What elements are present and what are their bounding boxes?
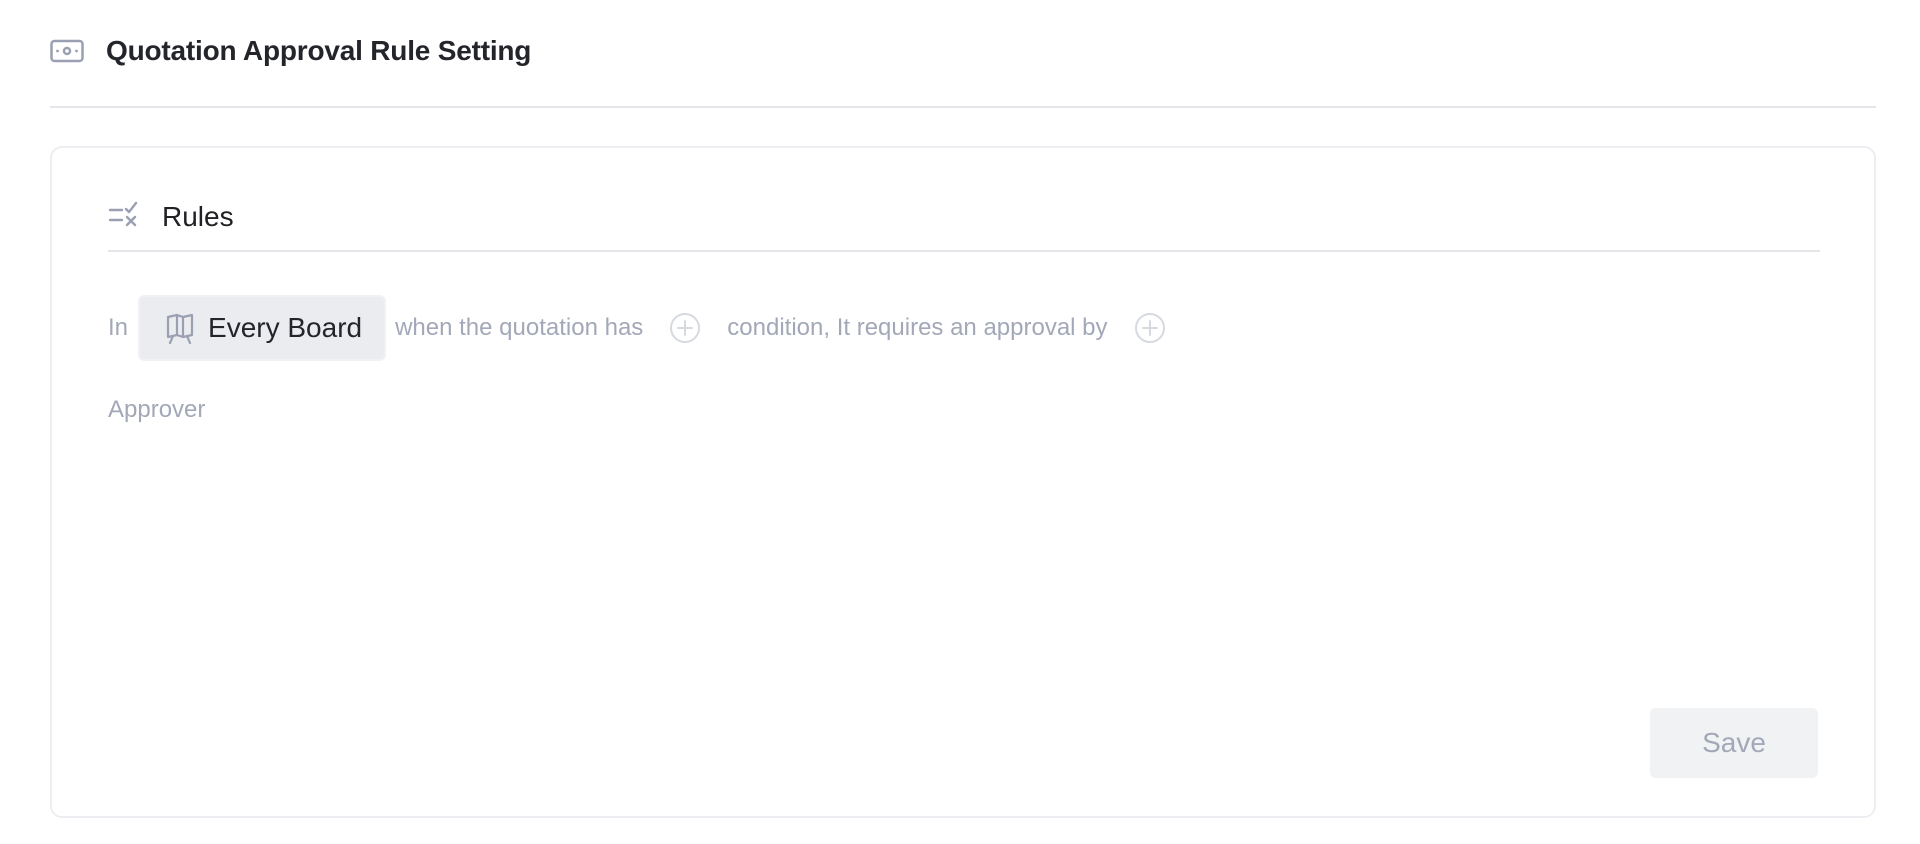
rules-card: Rules In Every Board when the quotation … (50, 146, 1876, 818)
page-title: Quotation Approval Rule Setting (106, 35, 532, 66)
rule-sentence: In Every Board when the quotation has co… (108, 293, 1192, 363)
add-approver-button[interactable] (1134, 312, 1166, 344)
plus-circle-icon (1134, 313, 1165, 343)
rule-condition-text: when the quotation has (395, 314, 644, 341)
plus-circle-icon (670, 313, 701, 343)
add-condition-button[interactable] (669, 312, 701, 344)
money-icon (50, 39, 84, 63)
rule-approval-text: condition, It requires an approval by (727, 314, 1108, 341)
board-scope-selector[interactable]: Every Board (138, 295, 387, 361)
page-header: Quotation Approval Rule Setting (50, 30, 1876, 108)
save-button[interactable]: Save (1650, 708, 1818, 778)
rules-section-header: Rules (108, 188, 1820, 252)
board-scope-label: Every Board (208, 312, 363, 343)
section-title: Rules (162, 201, 234, 232)
approver-label: Approver (108, 396, 206, 423)
rule-prefix-text: In (108, 314, 129, 341)
board-icon (164, 312, 196, 345)
rules-check-icon (108, 200, 140, 230)
